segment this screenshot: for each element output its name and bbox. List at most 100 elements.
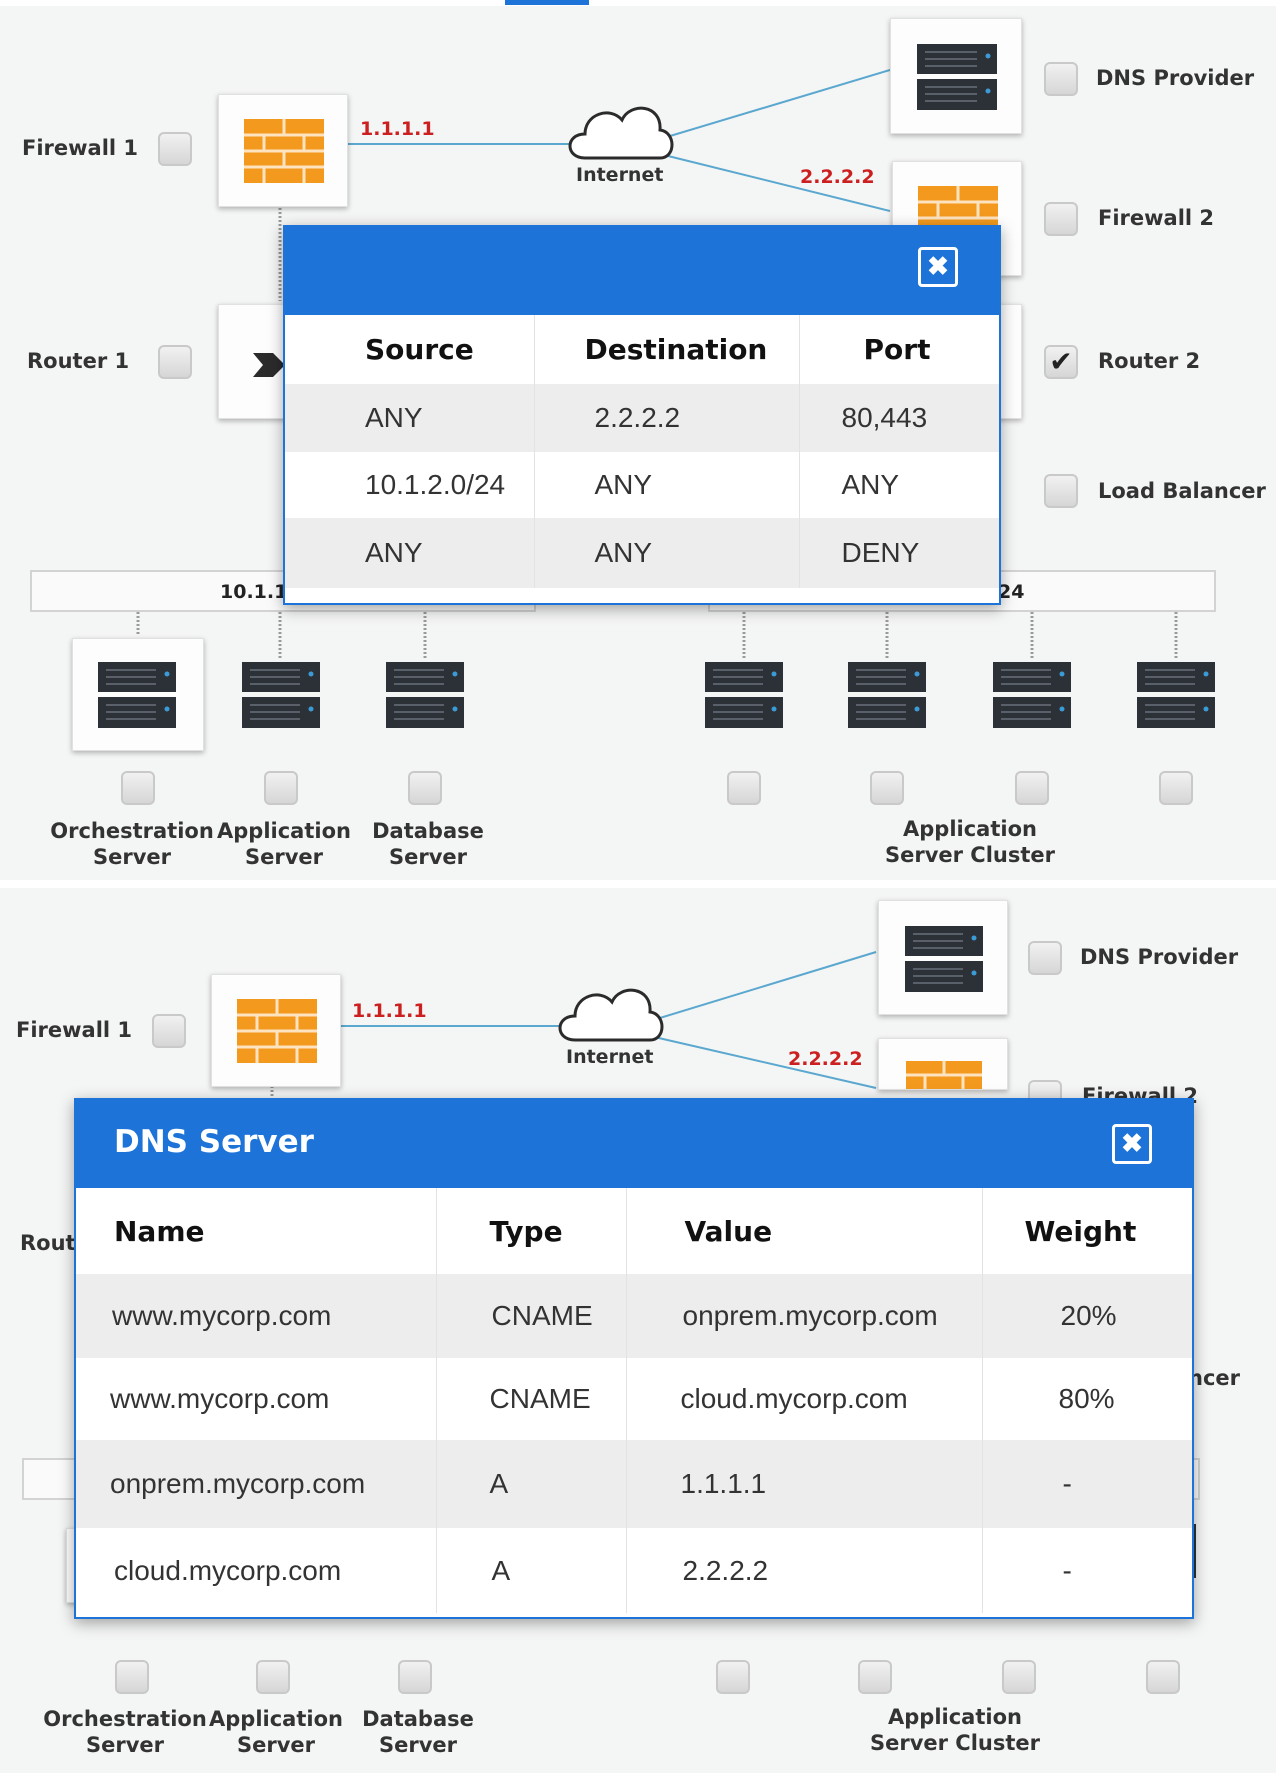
firewall-icon xyxy=(906,1061,982,1089)
server-icon[interactable] xyxy=(993,662,1071,728)
cluster-server-1-checkbox[interactable] xyxy=(727,771,761,805)
cell-name: www.mycorp.com xyxy=(76,1358,437,1440)
table-header-row: Name Type Value Weight xyxy=(76,1188,1192,1274)
table-row[interactable]: www.mycorp.com CNAME cloud.mycorp.com 80… xyxy=(76,1358,1192,1440)
server-icon[interactable] xyxy=(1137,662,1215,728)
firewall-icon xyxy=(244,119,324,183)
application-server-checkbox[interactable] xyxy=(256,1660,290,1694)
cluster-caption: Application Server Cluster xyxy=(884,817,1056,867)
router2-checkbox[interactable]: ✔ xyxy=(1044,345,1078,379)
application-server-caption: Application Server xyxy=(217,819,351,869)
column-header-destination: Destination xyxy=(534,315,800,384)
cell-name: www.mycorp.com xyxy=(76,1274,437,1358)
cluster-server-2-checkbox[interactable] xyxy=(870,771,904,805)
table-row[interactable]: www.mycorp.com CNAME onprem.mycorp.com 2… xyxy=(76,1274,1192,1358)
router1-node[interactable] xyxy=(218,304,288,419)
cell-source: ANY xyxy=(285,518,535,588)
network-diagram-panel-2: Internet 1.1.1.1 2.2.2.2 Firewall 1 DNS … xyxy=(0,888,1276,1773)
firewall-icon xyxy=(237,999,317,1063)
internet-label: Internet xyxy=(566,1046,654,1068)
cell-value: 2.2.2.2 xyxy=(626,1528,983,1613)
cell-source: ANY xyxy=(285,384,535,452)
cell-destination: ANY xyxy=(534,452,800,518)
firewall1-node[interactable] xyxy=(218,94,348,207)
firewall1-label: Firewall 1 xyxy=(16,1018,133,1042)
close-button[interactable]: ✖ xyxy=(918,247,958,287)
server-icon xyxy=(905,926,983,992)
close-button[interactable]: ✖ xyxy=(1112,1124,1152,1164)
load-balancer-checkbox[interactable] xyxy=(1044,474,1078,508)
server-icon[interactable] xyxy=(242,662,320,728)
cell-port: ANY xyxy=(841,469,900,500)
firewall1-label: Firewall 1 xyxy=(22,136,139,160)
application-server-checkbox[interactable] xyxy=(264,771,298,805)
cell-weight: - xyxy=(982,1440,1192,1528)
cluster-server-4-checkbox[interactable] xyxy=(1146,1660,1180,1694)
top-accent-bar xyxy=(505,0,589,5)
database-server-checkbox[interactable] xyxy=(408,771,442,805)
cell-value: cloud.mycorp.com xyxy=(626,1358,983,1440)
dialog-header: ✖ xyxy=(285,227,999,315)
cell-type: A xyxy=(436,1528,627,1613)
orchestration-server-checkbox[interactable] xyxy=(115,1660,149,1694)
cluster-server-3-checkbox[interactable] xyxy=(1002,1660,1036,1694)
server-icon[interactable] xyxy=(848,662,926,728)
firewall2-label: Firewall 2 xyxy=(1098,206,1215,230)
cell-name: cloud.mycorp.com xyxy=(76,1528,437,1613)
router1-checkbox[interactable] xyxy=(158,345,192,379)
table-row[interactable]: ANY 2.2.2.2 80,443 xyxy=(285,384,999,452)
table-row[interactable]: onprem.mycorp.com A 1.1.1.1 - xyxy=(76,1440,1192,1528)
firewall1-checkbox[interactable] xyxy=(152,1014,186,1048)
dns-provider-checkbox[interactable] xyxy=(1028,941,1062,975)
router1-label: Rout xyxy=(20,1231,76,1255)
dns-provider-checkbox[interactable] xyxy=(1044,62,1078,96)
server-icon[interactable] xyxy=(386,662,464,728)
cell-weight: - xyxy=(1062,1554,1072,1586)
dialog-title: DNS Server xyxy=(114,1124,314,1160)
check-icon: ✔ xyxy=(1049,346,1073,377)
table-row[interactable]: ANY ANY DENY xyxy=(285,518,999,588)
dns-server-dialog: DNS Server ✖ Name Type Value Weight www.… xyxy=(74,1098,1194,1619)
dns-provider-node[interactable] xyxy=(890,18,1022,134)
load-balancer-label: ncer xyxy=(1188,1366,1240,1390)
table-row[interactable]: 10.1.2.0/24 ANY ANY xyxy=(285,452,999,518)
close-icon: ✖ xyxy=(1121,1128,1143,1158)
dns-provider-label: DNS Provider xyxy=(1080,945,1239,969)
firewall1-node[interactable] xyxy=(211,974,341,1087)
firewall-rules-dialog: ✖ Source Destination Port ANY 2.2.2.2 80… xyxy=(283,225,1001,605)
column-header-name: Name xyxy=(76,1188,437,1274)
orchestration-server-caption: Orchestration Server xyxy=(50,819,214,869)
orchestration-server-checkbox[interactable] xyxy=(121,771,155,805)
server-icon xyxy=(917,44,997,110)
close-icon: ✖ xyxy=(927,251,949,281)
cell-value: onprem.mycorp.com xyxy=(626,1274,983,1358)
firewall2-checkbox[interactable] xyxy=(1044,202,1078,236)
database-server-checkbox[interactable] xyxy=(398,1660,432,1694)
server-icon[interactable] xyxy=(705,662,783,728)
cluster-server-4-checkbox[interactable] xyxy=(1159,771,1193,805)
column-header-weight: Weight xyxy=(982,1188,1192,1274)
orchestration-server-caption: Orchestration Server xyxy=(43,1707,207,1757)
dialog-header: DNS Server ✖ xyxy=(76,1100,1192,1188)
dns-provider-node[interactable] xyxy=(878,900,1008,1015)
firewall2-ip-label: 2.2.2.2 xyxy=(800,166,875,188)
cell-weight: 80% xyxy=(1058,1383,1115,1414)
firewall-rules-table: Source Destination Port ANY 2.2.2.2 80,4… xyxy=(285,315,999,588)
cell-destination: 2.2.2.2 xyxy=(534,384,800,452)
dns-records-table: Name Type Value Weight www.mycorp.com CN… xyxy=(76,1188,1192,1613)
firewall2-node[interactable] xyxy=(878,1038,1008,1090)
database-server-caption: Database Server xyxy=(362,1707,474,1757)
cluster-server-2-checkbox[interactable] xyxy=(858,1660,892,1694)
column-header-value: Value xyxy=(626,1188,983,1274)
cell-name: onprem.mycorp.com xyxy=(76,1440,437,1528)
column-header-type: Type xyxy=(436,1188,627,1274)
cluster-server-3-checkbox[interactable] xyxy=(1015,771,1049,805)
table-header-row: Source Destination Port xyxy=(285,315,999,384)
table-row[interactable]: cloud.mycorp.com A 2.2.2.2 - xyxy=(76,1528,1192,1613)
firewall-icon xyxy=(918,186,998,226)
firewall1-checkbox[interactable] xyxy=(158,132,192,166)
column-header-port: Port xyxy=(799,315,999,384)
router1-label: Router 1 xyxy=(27,349,130,373)
internet-label: Internet xyxy=(576,164,664,186)
cluster-server-1-checkbox[interactable] xyxy=(716,1660,750,1694)
